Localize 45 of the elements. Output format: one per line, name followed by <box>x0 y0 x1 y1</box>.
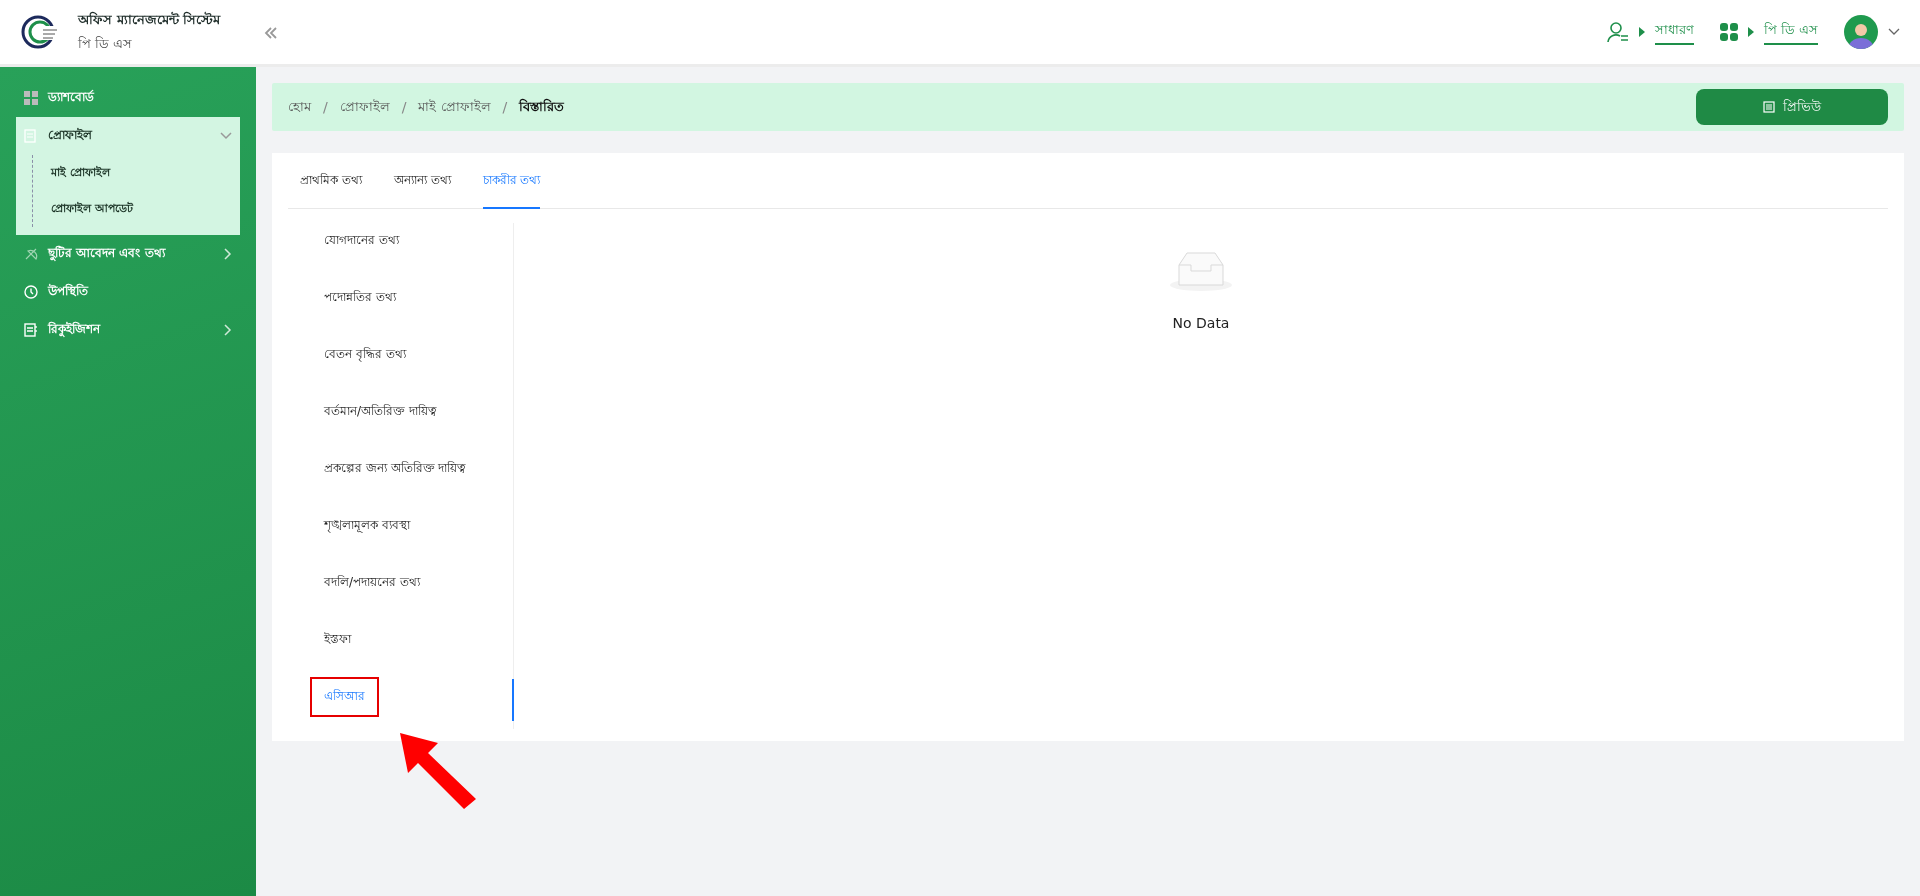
sidebar-item[interactable]: উপস্থিতি <box>16 273 240 311</box>
side-tab[interactable]: পদোন্নতির তথ্য <box>312 280 408 316</box>
preview-button[interactable]: প্রিভিউ <box>1696 89 1888 125</box>
sidebar-item[interactable]: প্রোফাইল <box>16 117 240 155</box>
app-title: অফিস ম্যানেজমেন্ট সিস্টেম <box>78 10 221 29</box>
sidebar-subitem[interactable]: মাই প্রোফাইল <box>43 155 240 191</box>
sidebar-item[interactable]: রিকুইজিশন <box>16 311 240 349</box>
tab[interactable]: চাকরীর তথ্য <box>482 153 541 209</box>
breadcrumb-link[interactable]: প্রোফাইল <box>339 96 390 118</box>
breadcrumb-separator: / <box>401 99 407 115</box>
side-tab[interactable]: ইস্তফা <box>312 622 363 658</box>
breadcrumb-separator: / <box>502 99 508 115</box>
role-link[interactable]: সাধারণ <box>1654 19 1694 45</box>
grid-icon <box>24 91 38 105</box>
empty-message: No Data <box>1172 315 1230 331</box>
side-tab[interactable]: এসিআর <box>312 679 377 715</box>
side-tab[interactable]: বর্তমান/অতিরিক্ত দায়িত্ব <box>312 394 449 430</box>
side-tab[interactable]: বদলি/পদায়নের তথ্য <box>312 565 432 601</box>
module-link[interactable]: পি ডি এস <box>1763 19 1818 45</box>
sidebar-subitem[interactable]: প্রোফাইল আপডেট <box>43 191 240 227</box>
side-tab[interactable]: যোগদানের তথ্য <box>312 223 411 259</box>
apps-icon[interactable] <box>1719 23 1738 41</box>
breadcrumb-separator: / <box>323 99 328 115</box>
document-icon <box>1763 101 1775 113</box>
clock-icon <box>24 285 38 299</box>
tab[interactable]: প্রাথমিক তথ্য <box>300 153 362 209</box>
breadcrumb-link[interactable]: বিস্তারিত <box>519 96 565 118</box>
app-subtitle: পি ডি এস <box>78 34 134 53</box>
chevron-down-icon[interactable] <box>1888 28 1900 36</box>
document-icon <box>24 129 38 143</box>
empty-inbox-icon <box>1169 251 1233 293</box>
umbrella-icon <box>24 247 38 261</box>
play-icon <box>1747 27 1754 37</box>
user-avatar[interactable] <box>1844 15 1878 49</box>
side-tab[interactable]: বেতন বৃদ্ধির তথ্য <box>312 337 418 373</box>
sidebar-item[interactable]: ছুটির আবেদন এবং তথ্য <box>16 235 240 273</box>
side-tab[interactable]: শৃঙ্খলামূলক ব্যবস্থা <box>312 508 422 544</box>
breadcrumb-link[interactable]: হোম <box>288 96 311 118</box>
tab[interactable]: অন্যান্য তথ্য <box>393 153 451 209</box>
clipboard-icon <box>24 323 38 337</box>
side-tab[interactable]: প্রকল্পের জন্য অতিরিক্ত দায়িত্ব <box>312 451 479 487</box>
user-switch-icon[interactable] <box>1606 21 1629 43</box>
double-chevron-left-icon <box>264 26 278 39</box>
play-icon <box>1638 27 1645 37</box>
breadcrumb-link[interactable]: মাই প্রোফাইল <box>418 96 491 118</box>
